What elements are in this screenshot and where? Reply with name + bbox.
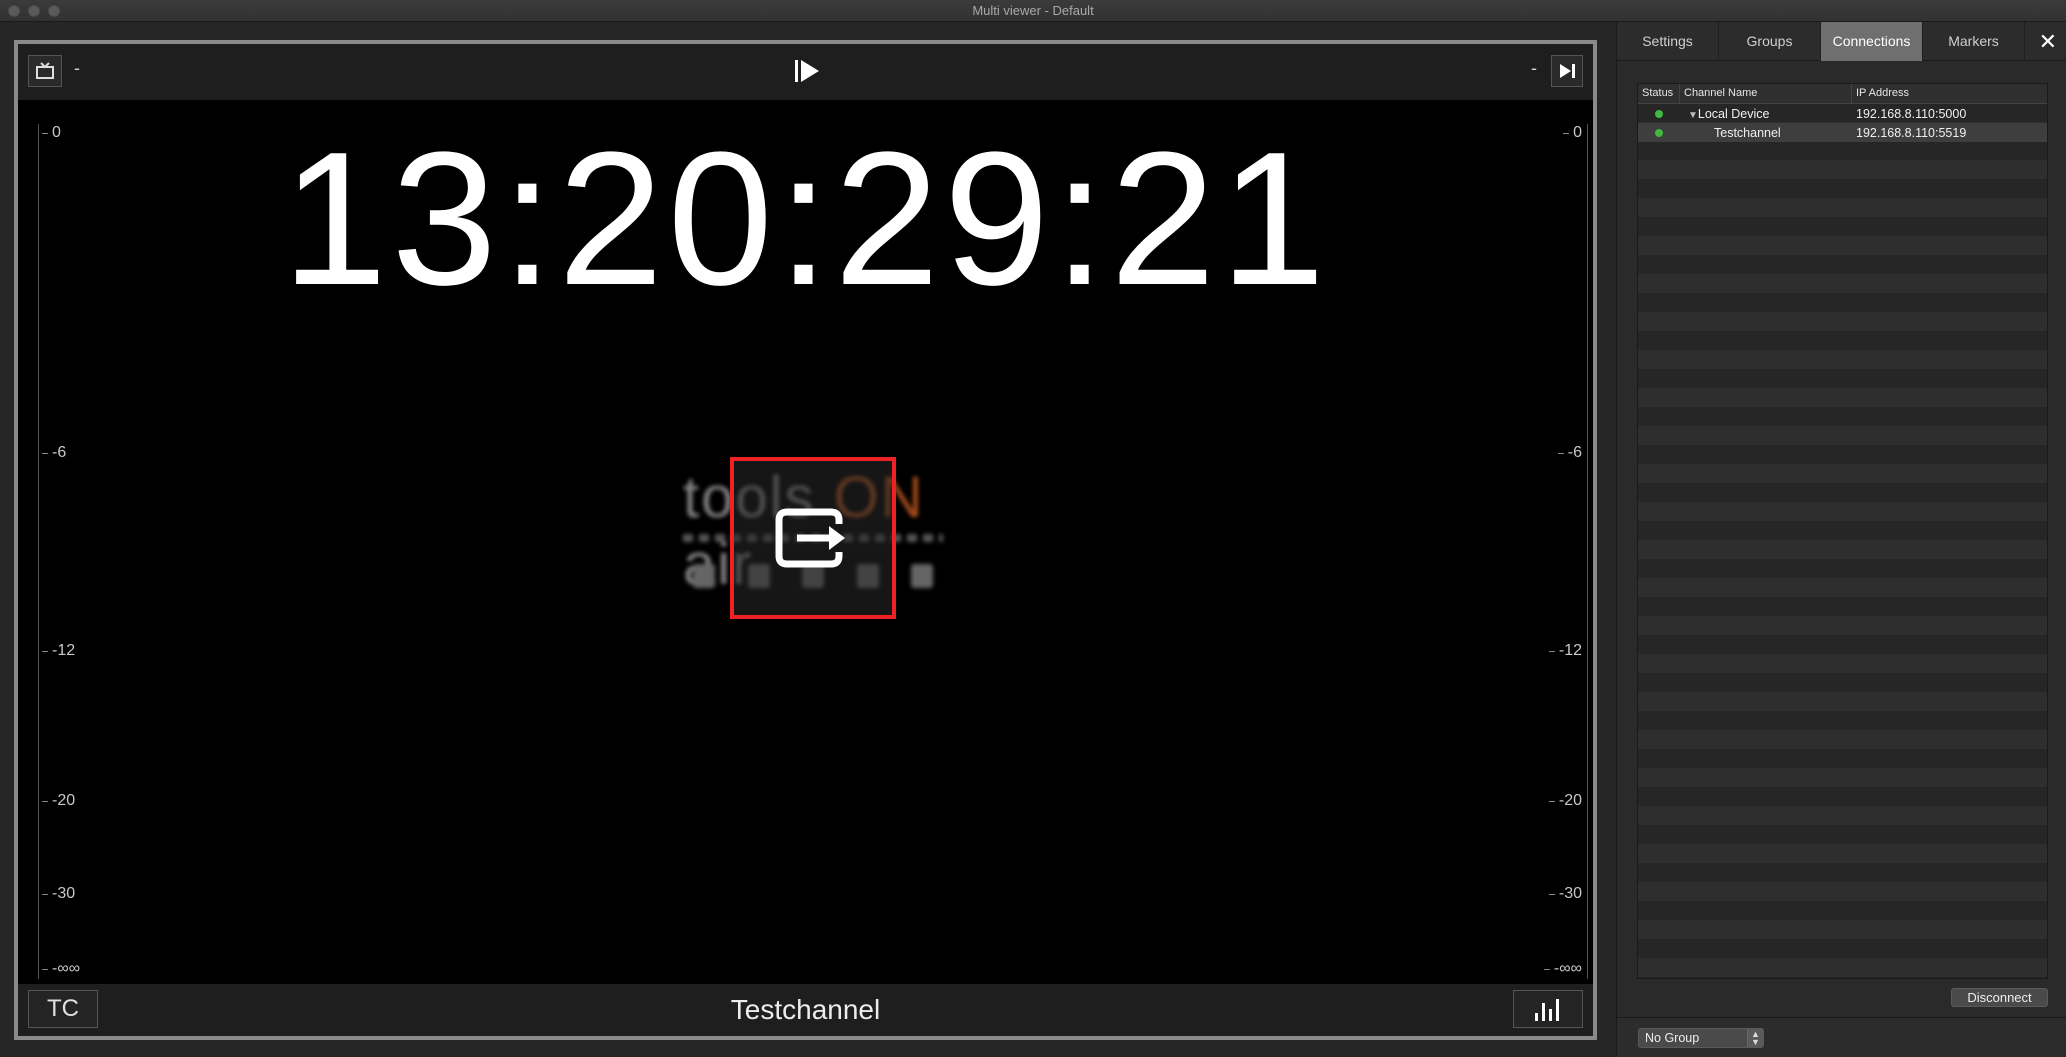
- scale-tick: 0: [1563, 124, 1582, 141]
- left-dash: -: [74, 58, 80, 78]
- right-dash: -: [1531, 58, 1537, 78]
- channel-name-cell: Local Device: [1697, 106, 1770, 121]
- title-bar: Multi viewer - Default: [0, 0, 2066, 22]
- tab-markers[interactable]: Markers: [1923, 22, 2025, 61]
- group-select-value: No Group: [1645, 1031, 1700, 1045]
- window-title: Multi viewer - Default: [972, 3, 1094, 18]
- scale-tick: -20: [41, 792, 76, 809]
- tab-groups[interactable]: Groups: [1719, 22, 1821, 61]
- viewer-bottom-bar: TC Testchannel: [18, 984, 1593, 1036]
- channel-name-cell: Testchannel: [1714, 125, 1781, 140]
- status-ok-icon: [1655, 128, 1663, 137]
- timecode-display: 13:20:29:21: [281, 113, 1330, 325]
- skip-forward-icon[interactable]: [1551, 55, 1583, 87]
- play-icon[interactable]: [792, 56, 822, 86]
- ip-address-cell: 192.168.8.110:5000: [1856, 106, 1967, 121]
- left-audio-scale: 0 -6 -12 -20 -30 -∞∞: [38, 124, 81, 979]
- table-row[interactable]: Testchannel 192.168.8.110:5519: [1638, 123, 2047, 142]
- scale-tick: -30: [1548, 885, 1582, 902]
- disclosure-triangle-icon[interactable]: ▼: [1688, 110, 1698, 121]
- status-ok-icon: [1655, 109, 1663, 118]
- connections-table: Status Channel Name IP Address ▼Local De…: [1637, 83, 2048, 979]
- scale-tick: -6: [1557, 444, 1582, 461]
- close-panel-icon[interactable]: ✕: [2039, 29, 2057, 55]
- column-header-status[interactable]: Status: [1638, 84, 1680, 103]
- scale-tick: -∞∞: [41, 960, 81, 977]
- audio-meter-icon[interactable]: [1513, 990, 1583, 1028]
- side-panel: Settings Groups Connections Markers ✕ St…: [1616, 22, 2066, 1057]
- tab-connections[interactable]: Connections: [1821, 22, 1923, 61]
- panel-bottom-bar: No Group ▲ ▼: [1617, 1017, 2066, 1057]
- output-arrow-icon: [775, 508, 845, 568]
- table-header: Status Channel Name IP Address: [1638, 84, 2047, 104]
- scale-tick: -12: [41, 642, 76, 659]
- ip-address-cell: 192.168.8.110:5519: [1856, 125, 1967, 140]
- tv-icon[interactable]: [28, 55, 62, 87]
- disconnect-button[interactable]: Disconnect: [1951, 988, 2048, 1007]
- column-header-channel-name[interactable]: Channel Name: [1680, 84, 1852, 103]
- panel-tabs: Settings Groups Connections Markers ✕: [1617, 22, 2066, 61]
- scale-tick: -30: [41, 885, 76, 902]
- right-audio-scale: 0 -6 -12 -20 -30 -∞∞: [1543, 124, 1588, 979]
- scale-tick: 0: [42, 124, 61, 141]
- no-signal-indicator: [730, 457, 896, 619]
- scale-tick: -6: [41, 444, 67, 461]
- viewer-top-bar: - -: [18, 44, 1593, 100]
- app-window: Multi viewer - Default - - 13:20:29:21 0…: [0, 0, 2066, 1057]
- channel-name-label: Testchannel: [730, 994, 881, 1025]
- scale-tick: -12: [1548, 642, 1582, 659]
- column-header-ip-address[interactable]: IP Address: [1852, 84, 2047, 103]
- select-arrows-icon: ▲ ▼: [1747, 1029, 1763, 1047]
- scale-tick: -∞∞: [1543, 960, 1582, 977]
- table-row[interactable]: ▼Local Device 192.168.8.110:5000: [1638, 104, 2047, 123]
- tab-settings[interactable]: Settings: [1617, 22, 1719, 61]
- scale-tick: -20: [1548, 792, 1582, 809]
- viewer-frame[interactable]: - - 13:20:29:21 0 -6 -12 -20 -30 -∞∞ 0 -…: [14, 40, 1597, 1040]
- group-select[interactable]: No Group ▲ ▼: [1638, 1028, 1764, 1048]
